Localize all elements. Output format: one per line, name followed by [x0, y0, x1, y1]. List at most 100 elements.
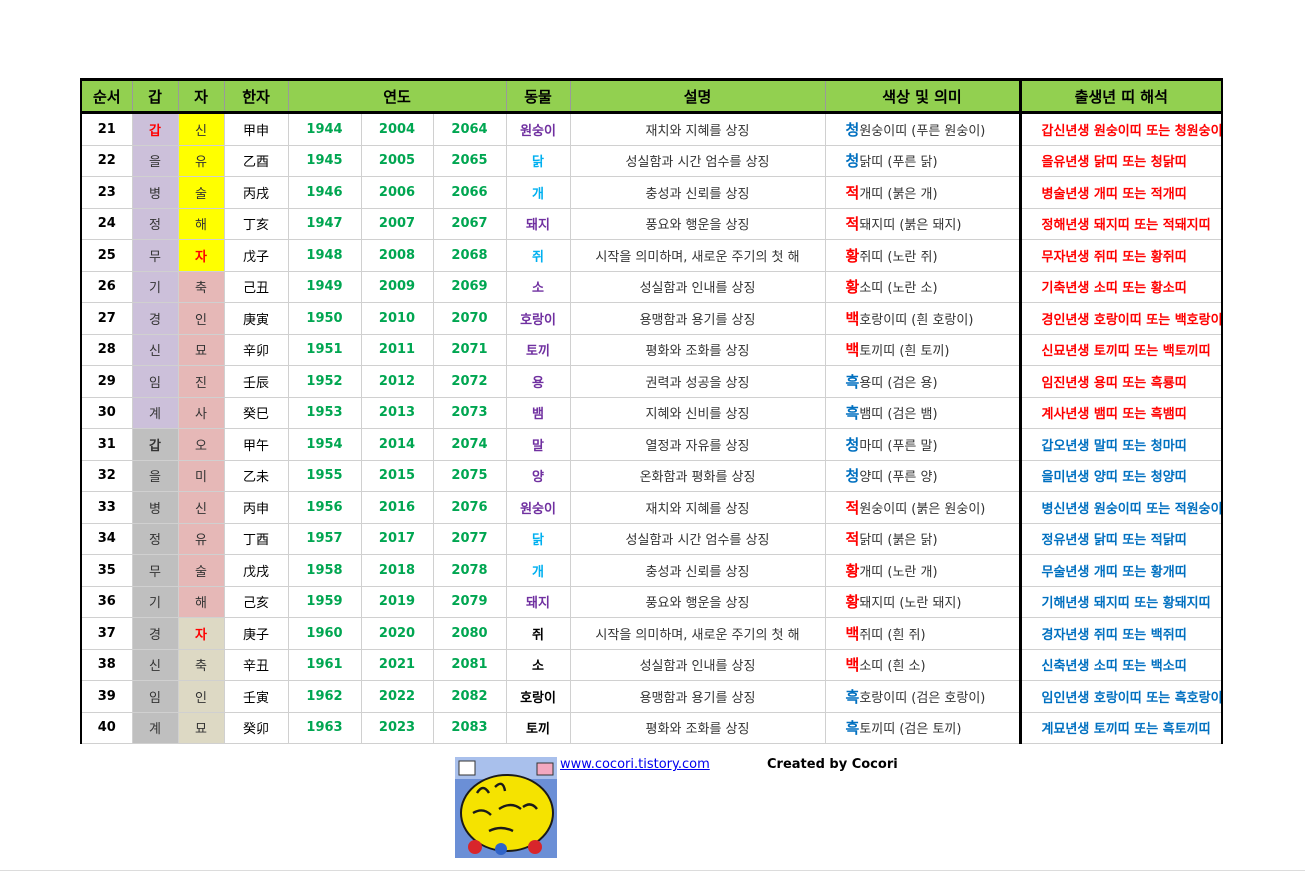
row-year-2: 2012 — [361, 365, 434, 398]
row-year-3: 2065 — [433, 145, 507, 177]
row-ja: 인 — [178, 680, 225, 713]
row-desc: 재치와 지혜를 상징 — [570, 112, 826, 146]
row-color-meaning: 황개띠 (노란 개) — [825, 554, 1022, 587]
row-year-2: 2018 — [361, 554, 434, 587]
row-color-char: 흑 — [845, 372, 860, 391]
row-order: 27 — [80, 302, 133, 335]
row-order: 23 — [80, 176, 133, 209]
row-color-char: 흑 — [845, 719, 860, 738]
row-animal: 개 — [506, 554, 571, 587]
row-hanja: 己丑 — [224, 271, 289, 303]
table-body: 21 갑 신 甲申 1944 2004 2064 원숭이 재치와 지혜를 상징 청원숭이띠 (푸른… — [80, 112, 1224, 744]
row-year-2: 2005 — [361, 145, 434, 177]
row-ja: 유 — [178, 145, 225, 177]
row-color-text: 양띠 (푸른 양) — [859, 470, 938, 486]
row-order: 32 — [80, 460, 133, 492]
row-order: 24 — [80, 208, 133, 240]
row-color-text: 용띠 (검은 용) — [859, 375, 938, 391]
row-animal: 소 — [506, 271, 571, 303]
row-interpretation: 정해년생 돼지띠 또는 적돼지띠 — [1020, 208, 1224, 240]
page-bottom-divider — [0, 870, 1305, 871]
row-hanja: 甲午 — [224, 428, 289, 461]
cocori-blog-link[interactable]: www.cocori.tistory.com — [560, 757, 710, 772]
row-desc: 성실함과 시간 엄수를 상징 — [570, 145, 826, 177]
row-hanja: 丁亥 — [224, 208, 289, 240]
row-color-text: 소띠 (흰 소) — [859, 659, 926, 675]
row-order: 30 — [80, 397, 133, 429]
row-year-3: 2073 — [433, 397, 507, 429]
row-gan: 무 — [132, 554, 179, 587]
row-gan: 정 — [132, 523, 179, 555]
row-hanja: 戊子 — [224, 239, 289, 272]
row-color-meaning: 백쥐띠 (흰 쥐) — [825, 617, 1022, 650]
row-color-meaning: 흑호랑이띠 (검은 호랑이) — [825, 680, 1022, 713]
row-color-text: 쥐띠 (흰 쥐) — [859, 627, 926, 643]
row-hanja: 丙戌 — [224, 176, 289, 209]
row-gan: 갑 — [132, 428, 179, 461]
row-order: 38 — [80, 649, 133, 681]
row-hanja: 癸巳 — [224, 397, 289, 429]
row-ja: 술 — [178, 554, 225, 587]
row-interpretation: 임인년생 호랑이띠 또는 흑호랑이띠 — [1020, 680, 1224, 713]
row-gan: 을 — [132, 145, 179, 177]
row-year-3: 2072 — [433, 365, 507, 398]
header-order: 순서 — [80, 78, 133, 114]
row-interpretation: 계사년생 뱀띠 또는 흑뱀띠 — [1020, 397, 1224, 429]
row-year-3: 2074 — [433, 428, 507, 461]
row-year-3: 2067 — [433, 208, 507, 240]
row-ja: 술 — [178, 176, 225, 209]
row-color-text: 토끼띠 (검은 토끼) — [859, 722, 962, 738]
row-gan: 임 — [132, 365, 179, 398]
row-interpretation: 신축년생 소띠 또는 백소띠 — [1020, 649, 1224, 681]
row-year-3: 2082 — [433, 680, 507, 713]
row-ja: 미 — [178, 460, 225, 492]
row-year-1: 1949 — [288, 271, 362, 303]
row-gan: 계 — [132, 397, 179, 429]
row-animal: 개 — [506, 176, 571, 209]
row-gan: 갑 — [132, 112, 179, 146]
row-desc: 성실함과 시간 엄수를 상징 — [570, 523, 826, 555]
row-ja: 해 — [178, 208, 225, 240]
row-interpretation: 기해년생 돼지띠 또는 황돼지띠 — [1020, 586, 1224, 618]
row-order: 29 — [80, 365, 133, 398]
row-year-1: 1951 — [288, 334, 362, 366]
row-year-1: 1957 — [288, 523, 362, 555]
row-year-3: 2083 — [433, 712, 507, 744]
table-row: 36 기 해 己亥 1959 2019 2079 돼지 풍요와 행운을 상징 황돼지띠 (노란 돼… — [80, 586, 1224, 618]
row-color-char: 흑 — [845, 404, 860, 423]
row-year-1: 1950 — [288, 302, 362, 335]
row-order: 36 — [80, 586, 133, 618]
row-color-text: 마띠 (푸른 말) — [859, 438, 938, 454]
row-order: 28 — [80, 334, 133, 366]
row-color-char: 적 — [845, 498, 860, 517]
row-animal: 돼지 — [506, 208, 571, 240]
row-color-char: 황 — [845, 561, 860, 580]
row-animal: 말 — [506, 428, 571, 461]
row-year-1: 1955 — [288, 460, 362, 492]
header-ja: 자 — [178, 78, 225, 114]
row-color-meaning: 적돼지띠 (붉은 돼지) — [825, 208, 1022, 240]
row-color-meaning: 흑토끼띠 (검은 토끼) — [825, 712, 1022, 744]
row-year-2: 2007 — [361, 208, 434, 240]
row-hanja: 乙酉 — [224, 145, 289, 177]
row-desc: 풍요와 행운을 상징 — [570, 208, 826, 240]
zodiac-table: 순서 갑 자 한자 연도 동물 설명 색상 및 의미 출생년 띠 해석 21 갑 신… — [80, 78, 1224, 744]
row-ja: 진 — [178, 365, 225, 398]
row-year-1: 1946 — [288, 176, 362, 209]
row-gan: 경 — [132, 302, 179, 335]
row-year-3: 2064 — [433, 112, 507, 146]
row-year-3: 2070 — [433, 302, 507, 335]
row-color-text: 개띠 (붉은 개) — [859, 186, 938, 202]
row-color-char: 백 — [845, 624, 860, 643]
row-hanja: 辛卯 — [224, 334, 289, 366]
row-year-1: 1953 — [288, 397, 362, 429]
header-color: 색상 및 의미 — [825, 78, 1022, 114]
row-hanja: 庚寅 — [224, 302, 289, 335]
row-animal: 원숭이 — [506, 112, 571, 146]
row-animal: 쥐 — [506, 239, 571, 272]
row-order: 21 — [80, 112, 133, 146]
row-desc: 시작을 의미하며, 새로운 주기의 첫 해 — [570, 617, 826, 650]
row-year-2: 2017 — [361, 523, 434, 555]
header-animal: 동물 — [506, 78, 571, 114]
row-color-meaning: 황돼지띠 (노란 돼지) — [825, 586, 1022, 618]
